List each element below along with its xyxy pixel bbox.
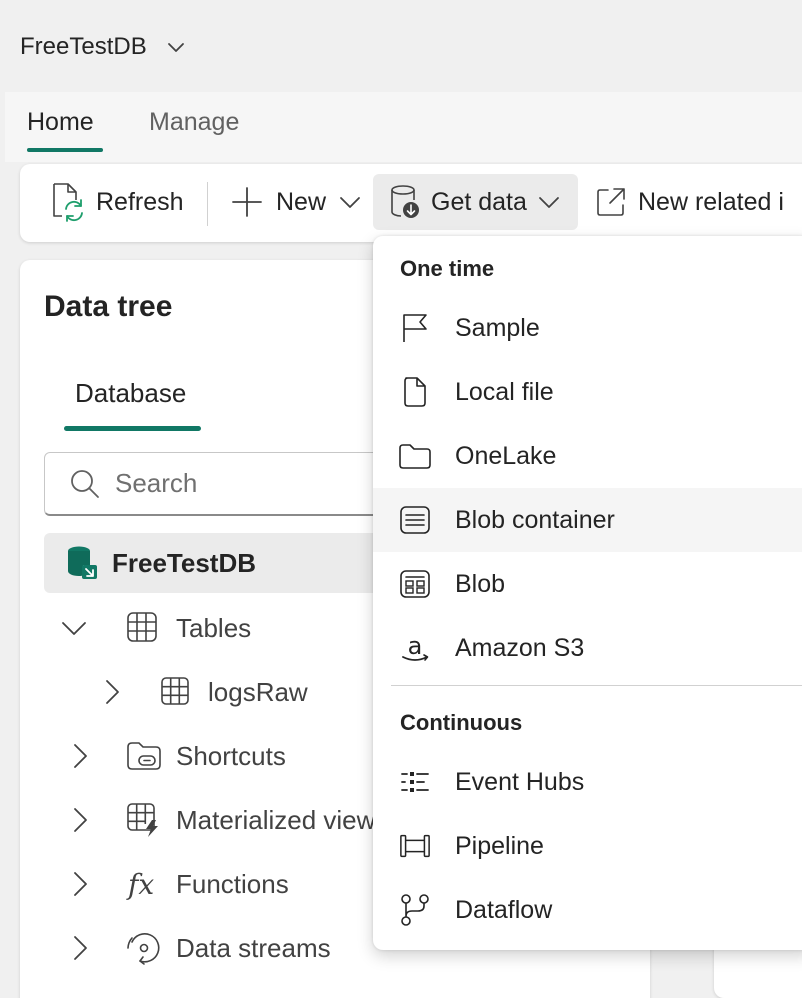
amazon-icon: a (399, 632, 431, 664)
flag-icon (399, 312, 431, 344)
menu-item-label: Pipeline (455, 831, 544, 860)
folder-icon (399, 440, 431, 472)
tree-item-label: Data streams (176, 932, 331, 963)
tab-home[interactable]: Home (27, 108, 94, 137)
materialized-view-icon (127, 803, 158, 837)
menu-item-blob-container[interactable]: Blob container (373, 488, 802, 552)
menu-item-event-hubs[interactable]: Event Hubs (373, 750, 802, 814)
menu-divider (391, 685, 802, 686)
tree-item-label: FreeTestDB (112, 547, 257, 578)
refresh-icon (53, 183, 83, 222)
chevron-down-icon (167, 43, 184, 52)
table-icon (161, 677, 189, 705)
svg-text:a: a (408, 632, 423, 660)
get-data-menu: One time Sample Local file OneLake Blob … (373, 236, 802, 950)
chevron-right-icon[interactable] (68, 934, 92, 962)
tree-item-label: Tables (176, 612, 252, 643)
toolbar: Refresh New Get data New related i (20, 164, 802, 242)
pipeline-icon (399, 830, 431, 862)
file-icon (399, 376, 431, 408)
tree-item-materialized-views[interactable]: Materialized views (68, 790, 374, 850)
new-label: New (276, 187, 327, 216)
menu-item-amazon-s3[interactable]: a Amazon S3 (373, 616, 802, 680)
menu-item-label: Blob container (455, 505, 615, 534)
menu-item-pipeline[interactable]: Pipeline (373, 814, 802, 878)
panel-title: Data tree (44, 290, 173, 323)
open-external-icon (597, 188, 625, 216)
data-stream-icon (127, 933, 160, 965)
menu-item-blob[interactable]: Blob (373, 552, 802, 616)
function-icon: fx (128, 867, 155, 901)
tree-item-label: Functions (176, 868, 289, 899)
chevron-right-icon[interactable] (68, 806, 92, 834)
search-icon (71, 469, 99, 498)
get-data-button[interactable]: Get data (373, 174, 578, 230)
new-button[interactable]: New (230, 174, 362, 230)
menu-item-label: Amazon S3 (455, 633, 585, 662)
menu-item-sample[interactable]: Sample (373, 296, 802, 360)
menu-item-label: Event Hubs (455, 767, 585, 796)
refresh-button[interactable]: Refresh (50, 174, 184, 230)
database-download-icon (391, 185, 419, 218)
menu-item-label: Dataflow (455, 895, 553, 924)
tree-item-label: Shortcuts (176, 740, 286, 771)
database-switcher[interactable]: FreeTestDB (20, 30, 187, 64)
menu-item-local-file[interactable]: Local file (373, 360, 802, 424)
menu-item-dataflow[interactable]: Dataflow (373, 878, 802, 942)
menu-item-onelake[interactable]: OneLake (373, 424, 802, 488)
chevron-right-icon[interactable] (68, 742, 92, 770)
toolbar-divider (207, 182, 208, 226)
menu-item-label: Blob (455, 569, 506, 598)
ribbon-tabs: Home Manage (5, 92, 802, 162)
branch-icon (399, 894, 431, 926)
get-data-label: Get data (431, 187, 527, 216)
blob-icon (399, 568, 431, 600)
database-switcher-label: FreeTestDB (20, 33, 147, 60)
new-related-item-label: New related i (638, 187, 784, 216)
chevron-down-icon[interactable] (60, 614, 88, 642)
table-icon (127, 612, 157, 642)
chevron-down-icon (539, 197, 559, 208)
menu-item-label: Local file (455, 377, 554, 406)
refresh-label: Refresh (96, 187, 184, 216)
tab-home-underline (27, 148, 103, 152)
chevron-right-icon[interactable] (68, 870, 92, 898)
tab-database-underline (64, 426, 201, 431)
tab-manage[interactable]: Manage (149, 108, 239, 137)
event-hubs-icon (399, 766, 431, 798)
top-bar: FreeTestDB (0, 0, 802, 92)
new-related-item-button[interactable]: New related i (594, 174, 784, 230)
menu-item-label: Sample (455, 313, 540, 342)
chevron-down-icon (340, 197, 360, 208)
menu-section-continuous: Continuous (400, 710, 523, 735)
menu-section-one-time: One time (400, 256, 495, 281)
tree-item-label: logsRaw (208, 676, 308, 707)
tab-database[interactable]: Database (75, 378, 186, 409)
search-input[interactable] (115, 468, 395, 499)
tree-item-label: Materialized views (176, 804, 374, 835)
chevron-right-icon[interactable] (100, 678, 124, 706)
plus-icon (232, 187, 262, 217)
blob-container-icon (399, 504, 431, 536)
menu-item-label: OneLake (455, 441, 557, 470)
shortcut-folder-icon (127, 742, 161, 770)
kql-database-icon (68, 546, 97, 579)
